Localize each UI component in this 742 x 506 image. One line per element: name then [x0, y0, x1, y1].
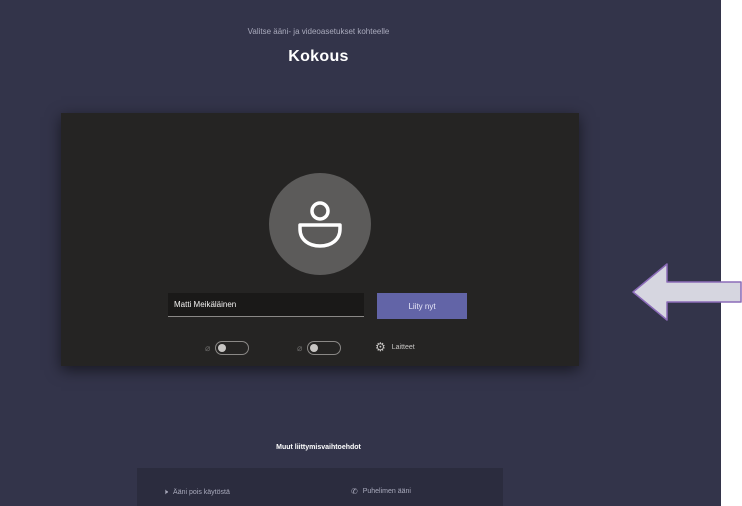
- phone-audio-label: Puhelimen ääni: [362, 488, 411, 495]
- phone-audio-option[interactable]: ✆ Puhelimen ääni: [351, 487, 411, 496]
- avatar: [269, 173, 371, 275]
- camera-control: ⌀: [205, 341, 250, 355]
- mic-control: ⌀: [297, 341, 342, 355]
- camera-toggle-knob: [218, 344, 227, 352]
- other-join-options: 🕨 Ääni pois käytöstä ✆ Puhelimen ääni: [137, 468, 503, 506]
- name-input[interactable]: [168, 293, 364, 317]
- pointer-arrow-icon: [632, 263, 742, 321]
- mic-toggle-knob: [310, 344, 319, 352]
- other-join-options-title: Muut liittymisvaihtoehdot: [276, 444, 361, 451]
- mic-toggle[interactable]: [307, 341, 342, 355]
- setup-subtitle: Valitse ääni- ja videoasetukset kohteell…: [247, 27, 390, 36]
- meeting-title: Kokous: [288, 48, 349, 65]
- camera-off-icon: ⌀: [205, 342, 211, 353]
- video-preview-panel: Liity nyt ⌀ ⌀ ⚙ Laitteet: [61, 113, 579, 366]
- gear-icon: ⚙: [375, 340, 386, 354]
- join-now-button[interactable]: Liity nyt: [377, 293, 467, 319]
- camera-toggle[interactable]: [215, 341, 250, 355]
- audio-off-option[interactable]: 🕨 Ääni pois käytöstä: [163, 487, 230, 497]
- person-icon: [298, 201, 342, 248]
- phone-icon: ✆: [351, 487, 358, 496]
- audio-off-label: Ääni pois käytöstä: [173, 488, 230, 496]
- device-settings-label: Laitteet: [391, 343, 415, 351]
- mic-off-icon: ⌀: [297, 342, 303, 353]
- speaker-off-icon: 🕨: [163, 487, 169, 496]
- join-meeting-screen: Valitse ääni- ja videoasetukset kohteell…: [0, 0, 721, 506]
- device-settings-button[interactable]: ⚙ Laitteet: [375, 340, 415, 354]
